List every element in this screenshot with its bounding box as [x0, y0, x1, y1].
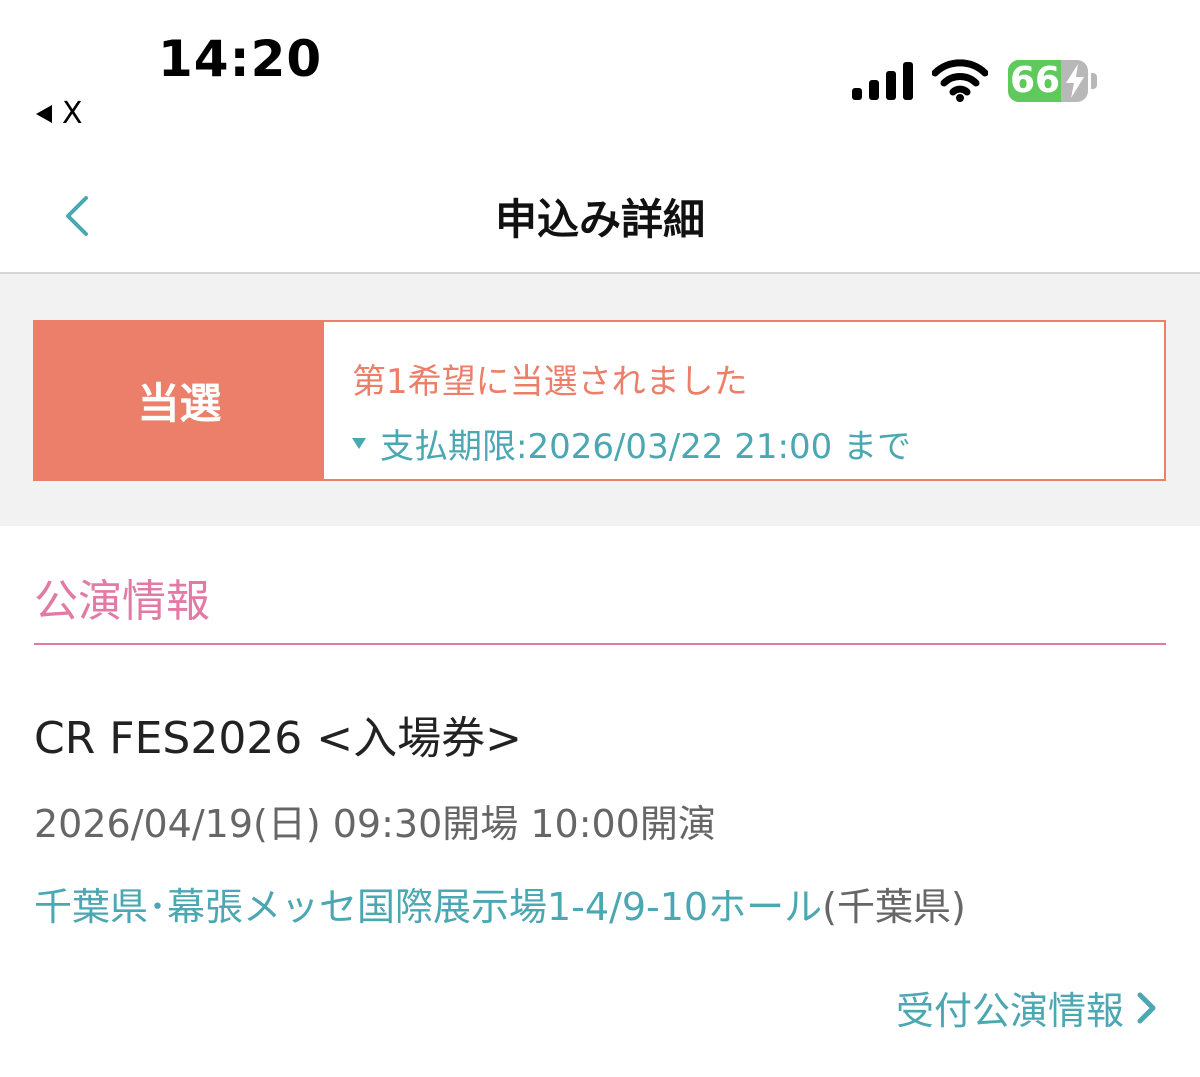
venue-line: 千葉県･幕張メッセ国際展示場1-4/9-10ホール(千葉県) — [34, 876, 966, 931]
reception-info-link[interactable]: 受付公演情報 — [896, 980, 1158, 1035]
back-arrow-icon — [36, 104, 52, 123]
payment-deadline-toggle[interactable]: 支払期限:2026/03/22 21:00 まで — [352, 419, 911, 468]
status-bar: 14:20 X 66 — [0, 0, 1200, 150]
event-name: CR FES2026 <入場券> — [34, 713, 523, 764]
result-section: 当選 第1希望に当選されました 支払期限:2026/03/22 21:00 まで — [0, 274, 1200, 526]
back-app-label: X — [62, 96, 83, 131]
event-datetime: 2026/04/19(日) 09:30開場 10:00開演 — [34, 802, 716, 846]
battery-percent: 66 — [1010, 60, 1061, 101]
caret-down-icon — [352, 438, 366, 449]
result-details: 第1希望に当選されました 支払期限:2026/03/22 21:00 まで — [324, 322, 911, 479]
page-title: 申込み詳細 — [494, 195, 705, 244]
navigation-bar: 申込み詳細 — [0, 150, 1200, 274]
section-divider — [34, 643, 1166, 645]
result-message: 第1希望に当選されました — [352, 362, 748, 402]
signal-icon — [852, 62, 913, 100]
chevron-right-icon — [1137, 992, 1156, 1023]
lottery-result-box: 当選 第1希望に当選されました 支払期限:2026/03/22 21:00 まで — [33, 320, 1166, 481]
payment-deadline: 支払期限:2026/03/22 21:00 まで — [380, 427, 912, 467]
battery-icon: 66 — [1008, 60, 1098, 102]
venue-link[interactable]: 千葉県･幕張メッセ国際展示場1-4/9-10ホール — [34, 885, 822, 929]
back-to-app-button[interactable]: X — [36, 96, 83, 131]
reception-info-label: 受付公演情報 — [895, 989, 1124, 1033]
section-heading-performance: 公演情報 — [34, 576, 210, 627]
result-badge: 当選 — [35, 322, 324, 479]
status-time: 14:20 — [158, 30, 323, 88]
venue-prefecture: (千葉県) — [822, 885, 966, 929]
bolt-icon — [1066, 64, 1084, 98]
wifi-icon — [932, 59, 988, 102]
